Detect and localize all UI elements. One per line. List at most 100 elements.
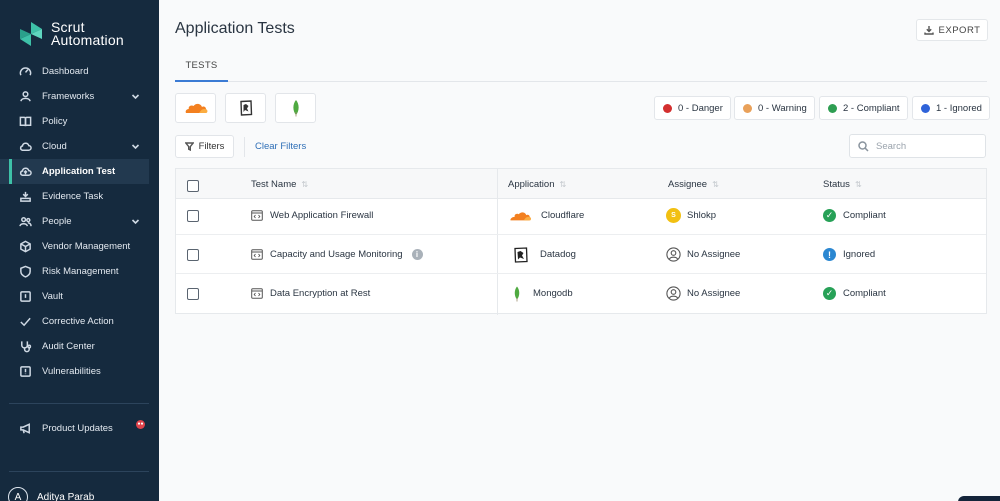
logo[interactable]: Scrut Automation: [18, 20, 124, 48]
assignee-avatar: S: [666, 208, 681, 223]
sidebar-item-label: Vendor Management: [42, 241, 131, 252]
export-button[interactable]: EXPORT: [916, 19, 988, 41]
sidebar-item-audit-center[interactable]: Audit Center: [0, 334, 159, 359]
filters-label: Filters: [198, 141, 225, 152]
assignee-cell[interactable]: No Assignee: [666, 235, 740, 274]
column-header-assignee[interactable]: Assignee ⇅: [668, 179, 719, 190]
sidebar-item-application-test[interactable]: Application Test: [0, 159, 149, 184]
search-input[interactable]: [876, 140, 976, 152]
scrut-logo-icon: [20, 22, 42, 46]
column-header-application[interactable]: Application ⇅: [508, 179, 566, 190]
sidebar-item-vault[interactable]: Vault: [0, 284, 159, 309]
sidebar: Scrut Automation Dashboard Frameworks Po…: [0, 0, 159, 501]
sort-icon[interactable]: ⇅: [855, 180, 862, 189]
sidebar-item-evidence-task[interactable]: Evidence Task: [0, 184, 159, 209]
row-checkbox[interactable]: [187, 287, 199, 300]
frameworks-icon: [18, 90, 32, 104]
sidebar-item-people[interactable]: People: [0, 209, 159, 234]
user-name: Aditya Parab: [37, 491, 95, 501]
notification-badge: ●●: [136, 420, 145, 429]
sidebar-item-risk-management[interactable]: Risk Management: [0, 259, 159, 284]
row-select-cell: [187, 196, 199, 235]
sort-icon[interactable]: ⇅: [559, 180, 566, 189]
assignee-cell[interactable]: No Assignee: [666, 274, 740, 313]
chevron-down-icon[interactable]: [131, 142, 140, 151]
table-header: Test Name ⇅ Application ⇅ Assignee ⇅ Status…: [176, 169, 986, 199]
table-row[interactable]: Data Encryption at Rest Mongodb No Assig…: [176, 274, 986, 313]
avatar: A: [8, 487, 28, 501]
table-row[interactable]: Capacity and Usage Monitoring i Datadog …: [176, 235, 986, 274]
column-label: Test Name: [251, 179, 297, 190]
chat-widget[interactable]: [958, 496, 1000, 501]
user-profile[interactable]: A Aditya Parab: [8, 487, 94, 501]
sidebar-item-cloud[interactable]: Cloud: [0, 134, 159, 159]
check-circle-icon: ✓: [823, 287, 836, 300]
sidebar-item-label: Audit Center: [42, 341, 95, 352]
product-updates: Product Updates ●●: [0, 416, 159, 441]
megaphone-icon: [18, 422, 32, 436]
mongodb-leaf-icon: [292, 100, 299, 117]
sidebar-item-vulnerabilities[interactable]: Vulnerabilities: [0, 359, 159, 384]
filters-button[interactable]: Filters: [175, 135, 234, 158]
sidebar-item-label: Application Test: [42, 166, 116, 177]
table-row[interactable]: Web Application Firewall Cloudflare S Sh…: [176, 196, 986, 235]
chevron-down-icon[interactable]: [131, 217, 140, 226]
row-checkbox[interactable]: [187, 248, 199, 261]
chevron-down-icon[interactable]: [131, 92, 140, 101]
sidebar-divider: [9, 403, 149, 404]
app-filter-cloudflare[interactable]: [175, 93, 216, 123]
warning-dot: [743, 103, 752, 113]
test-name-cell[interactable]: Data Encryption at Rest: [251, 274, 370, 313]
row-select-cell: [187, 274, 199, 313]
sidebar-item-product-updates[interactable]: Product Updates ●●: [0, 416, 159, 441]
sidebar-item-policy[interactable]: Policy: [0, 109, 159, 134]
ignored-dot: [921, 103, 930, 113]
row-select-cell: [187, 235, 199, 274]
cloudflare-logo-icon: [185, 103, 207, 113]
sidebar-item-label: Frameworks: [42, 91, 95, 102]
user-circle-icon: [666, 247, 681, 262]
sidebar-item-dashboard[interactable]: Dashboard: [0, 59, 159, 84]
sort-icon[interactable]: ⇅: [712, 180, 719, 189]
alert-icon: [18, 365, 32, 379]
exclamation-circle-icon: !: [823, 248, 836, 261]
row-checkbox[interactable]: [187, 209, 199, 222]
status-text: Compliant: [843, 288, 886, 299]
sidebar-item-label: Cloud: [42, 141, 67, 152]
sort-icon[interactable]: ⇅: [301, 180, 308, 189]
status-text: Compliant: [843, 210, 886, 221]
sidebar-item-frameworks[interactable]: Frameworks: [0, 84, 159, 109]
legend-warning[interactable]: 0 - Warning: [734, 96, 815, 120]
legend-danger[interactable]: 0 - Danger: [654, 96, 731, 120]
danger-dot: [663, 103, 672, 113]
clear-filters-link[interactable]: Clear Filters: [255, 141, 306, 152]
assignee-name: No Assignee: [687, 249, 741, 260]
select-all-cell: [187, 180, 199, 192]
column-header-test-name[interactable]: Test Name ⇅: [251, 179, 308, 190]
info-icon[interactable]: i: [411, 249, 423, 260]
app-filter-datadog[interactable]: [225, 93, 266, 123]
search-box[interactable]: [849, 134, 986, 158]
test-name-cell[interactable]: Capacity and Usage Monitoring i: [251, 235, 423, 274]
application-cell: Mongodb: [513, 274, 573, 313]
test-name-cell[interactable]: Web Application Firewall: [251, 196, 373, 235]
select-all-checkbox[interactable]: [187, 180, 199, 192]
column-label: Assignee: [668, 179, 708, 190]
legend-compliant[interactable]: 2 - Compliant: [819, 96, 908, 120]
tab-tests[interactable]: TESTS: [175, 50, 228, 82]
sidebar-item-vendor-management[interactable]: Vendor Management: [0, 234, 159, 259]
legend-ignored[interactable]: 1 - Ignored: [912, 96, 990, 120]
application-name: Cloudflare: [541, 210, 585, 221]
test-name: Web Application Firewall: [270, 210, 374, 221]
sidebar-item-label: People: [42, 216, 72, 227]
assignee-cell[interactable]: S Shlokp: [666, 196, 716, 235]
cloud-icon: [18, 140, 32, 154]
legend-label: 2 - Compliant: [843, 102, 900, 114]
column-header-status[interactable]: Status ⇅: [823, 179, 862, 190]
sidebar-item-label: Policy: [42, 116, 68, 127]
logo-text: Scrut Automation: [51, 20, 124, 47]
app-filter-mongodb[interactable]: [275, 93, 316, 123]
cloudflare-logo-icon: [508, 209, 534, 223]
datadog-logo-icon: [239, 100, 252, 116]
sidebar-item-corrective-action[interactable]: Corrective Action: [0, 309, 159, 334]
